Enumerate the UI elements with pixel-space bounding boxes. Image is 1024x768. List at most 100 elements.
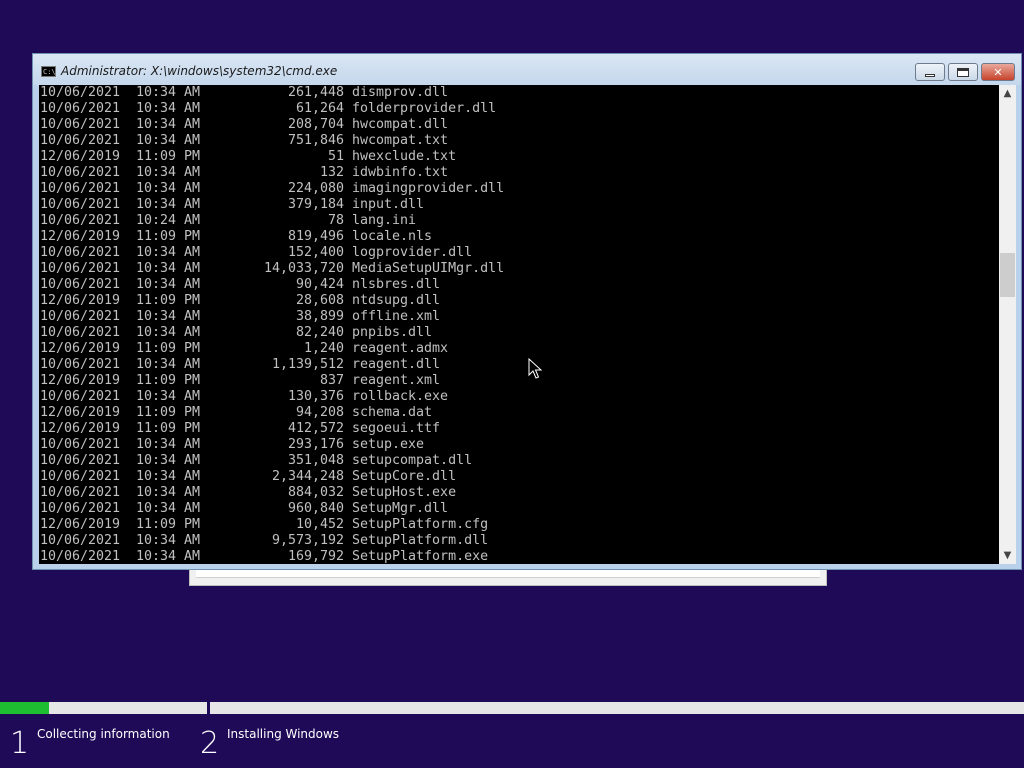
file-name: folderprovider.dll <box>352 101 497 116</box>
file-time: 11:09 PM <box>136 373 201 388</box>
file-name: ntdsupg.dll <box>352 293 441 308</box>
file-date: 10/06/2021 <box>40 133 121 148</box>
file-date: 10/06/2021 <box>40 549 121 564</box>
console-line: 10/06/2021 10:34 AM 82,240 pnpibs.dll <box>40 325 504 341</box>
file-time: 10:24 AM <box>136 213 201 228</box>
file-size: 94,208 <box>295 405 344 420</box>
file-name: locale.nls <box>352 229 433 244</box>
file-time: 10:34 AM <box>136 533 201 548</box>
setup-progress-track <box>0 702 1024 714</box>
file-time: 10:34 AM <box>136 245 201 260</box>
file-date: 12/06/2019 <box>40 293 121 308</box>
scroll-thumb[interactable] <box>1000 253 1015 297</box>
console-line: 10/06/2021 10:34 AM 169,792 SetupPlatform.e… <box>40 549 504 564</box>
file-name: reagent.admx <box>352 341 449 356</box>
mouse-pointer-icon <box>528 358 542 379</box>
file-size: 152,400 <box>287 245 344 260</box>
file-name: SetupCore.dll <box>352 469 457 484</box>
console-line: 10/06/2021 10:34 AM 130,376 rollback.exe <box>40 389 504 405</box>
file-date: 10/06/2021 <box>40 325 121 340</box>
file-date: 10/06/2021 <box>40 533 121 548</box>
close-button[interactable]: ✕ <box>981 63 1015 81</box>
maximize-button[interactable] <box>948 63 978 81</box>
file-date: 10/06/2021 <box>40 453 121 468</box>
file-time: 11:09 PM <box>136 293 201 308</box>
file-time: 10:34 AM <box>136 485 201 500</box>
console-output[interactable]: 10/06/2021 10:34 AM 261,448 dismprov.dll 10/… <box>39 85 999 564</box>
console-line: 12/06/2019 11:09 PM 1,240 reagent.admx <box>40 341 504 357</box>
file-size: 412,572 <box>287 421 344 436</box>
file-time: 10:34 AM <box>136 389 201 404</box>
file-date: 12/06/2019 <box>40 421 121 436</box>
file-size: 2,344,248 <box>271 469 344 484</box>
file-name: setup.exe <box>352 437 425 452</box>
file-size: 819,496 <box>287 229 344 244</box>
title-bar[interactable]: C:\ Administrator: X:\windows\system32\c… <box>33 54 1021 85</box>
file-date: 10/06/2021 <box>40 117 121 132</box>
file-date: 12/06/2019 <box>40 373 121 388</box>
file-size: 837 <box>319 373 344 388</box>
console-line: 10/06/2021 10:34 AM 751,846 hwcompat.txt <box>40 133 504 149</box>
console-line: 10/06/2021 10:34 AM 14,033,720 MediaSetupUI… <box>40 261 504 277</box>
chevron-down-icon: ▼ <box>1003 550 1012 561</box>
file-size: 130,376 <box>287 389 344 404</box>
console-line: 10/06/2021 10:34 AM 351,048 setupcompat.dll <box>40 453 504 469</box>
file-date: 12/06/2019 <box>40 405 121 420</box>
file-date: 12/06/2019 <box>40 149 121 164</box>
file-time: 11:09 PM <box>136 341 201 356</box>
file-time: 10:34 AM <box>136 197 201 212</box>
vertical-scrollbar[interactable]: ▲ ▼ <box>999 85 1016 564</box>
file-size: 293,176 <box>287 437 344 452</box>
minimize-icon <box>925 73 935 77</box>
file-name: reagent.dll <box>352 357 441 372</box>
console-line: 10/06/2021 10:34 AM 90,424 nlsbres.dll <box>40 277 504 293</box>
console-line: 12/06/2019 11:09 PM 94,208 schema.dat <box>40 405 504 421</box>
file-size: 751,846 <box>287 133 344 148</box>
file-time: 10:34 AM <box>136 357 201 372</box>
file-date: 10/06/2021 <box>40 165 121 180</box>
file-name: SetupMgr.dll <box>352 501 449 516</box>
file-name: segoeui.ttf <box>352 421 441 436</box>
minimize-button[interactable] <box>915 63 945 81</box>
file-name: idwbinfo.txt <box>352 165 449 180</box>
file-name: hwexclude.txt <box>352 149 457 164</box>
file-date: 10/06/2021 <box>40 213 121 228</box>
file-name: SetupPlatform.dll <box>352 533 489 548</box>
cmd-window[interactable]: C:\ Administrator: X:\windows\system32\c… <box>32 53 1022 570</box>
step-2-number: 2 <box>200 726 220 761</box>
window-title: Administrator: X:\windows\system32\cmd.e… <box>61 64 338 78</box>
file-time: 10:34 AM <box>136 277 201 292</box>
file-time: 10:34 AM <box>136 165 201 180</box>
file-date: 10/06/2021 <box>40 357 121 372</box>
file-time: 11:09 PM <box>136 149 201 164</box>
file-date: 10/06/2021 <box>40 197 121 212</box>
file-size: 51 <box>327 149 344 164</box>
file-size: 1,139,512 <box>271 357 344 372</box>
console-line: 12/06/2019 11:09 PM 51 hwexclude.txt <box>40 149 504 165</box>
file-time: 10:34 AM <box>136 325 201 340</box>
file-name: logprovider.dll <box>352 245 473 260</box>
file-date: 12/06/2019 <box>40 341 121 356</box>
file-size: 379,184 <box>287 197 344 212</box>
console-line: 10/06/2021 10:34 AM 38,899 offline.xml <box>40 309 504 325</box>
file-name: pnpibs.dll <box>352 325 433 340</box>
step-1-label: Collecting information <box>37 727 170 741</box>
console-line: 10/06/2021 10:34 AM 884,032 SetupHost.exe <box>40 485 504 501</box>
file-name: SetupPlatform.exe <box>352 549 489 564</box>
console-icon: C:\ <box>41 66 56 77</box>
file-size: 1,240 <box>303 341 344 356</box>
file-date: 10/06/2021 <box>40 437 121 452</box>
setup-progress-fill <box>0 702 49 714</box>
file-date: 10/06/2021 <box>40 101 121 116</box>
scroll-down-button[interactable]: ▼ <box>999 547 1016 564</box>
scroll-up-button[interactable]: ▲ <box>999 85 1016 102</box>
file-name: lang.ini <box>352 213 417 228</box>
console-line: 10/06/2021 10:34 AM 261,448 dismprov.dll <box>40 85 504 101</box>
file-name: rollback.exe <box>352 389 449 404</box>
file-time: 11:09 PM <box>136 229 201 244</box>
file-time: 10:34 AM <box>136 437 201 452</box>
file-date: 10/06/2021 <box>40 245 121 260</box>
file-time: 11:09 PM <box>136 421 201 436</box>
file-time: 10:34 AM <box>136 117 201 132</box>
chevron-up-icon: ▲ <box>1003 88 1012 99</box>
